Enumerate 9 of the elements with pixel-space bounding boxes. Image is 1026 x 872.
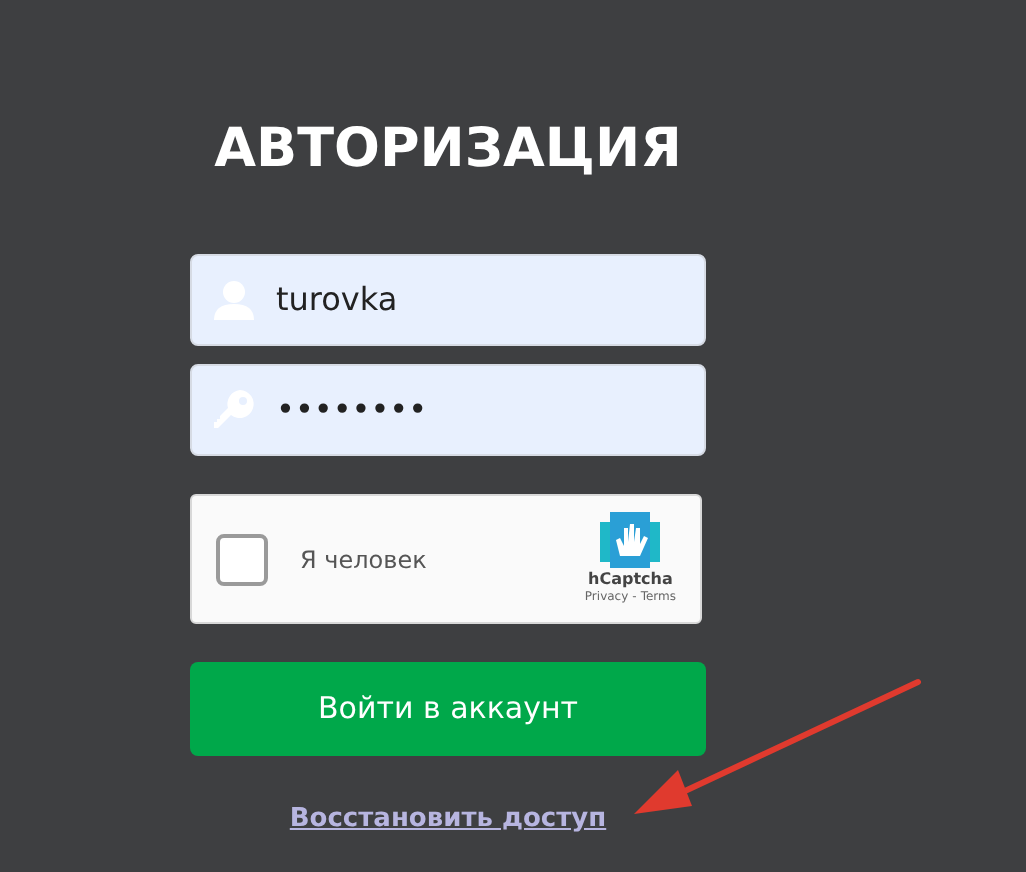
username-field[interactable]: turovka [190, 254, 706, 346]
hand-logo-icon [600, 512, 661, 568]
login-button[interactable]: Войти в аккаунт [190, 662, 706, 756]
password-field[interactable]: •••••••• [190, 364, 706, 456]
captcha-checkbox[interactable] [216, 533, 268, 585]
captcha-brand: hCaptcha [588, 568, 673, 590]
recover-link[interactable]: Восстановить доступ [289, 800, 607, 839]
page-title: АВТОРИЗАЦИЯ [214, 116, 682, 184]
captcha-label: Я человек [300, 543, 427, 577]
